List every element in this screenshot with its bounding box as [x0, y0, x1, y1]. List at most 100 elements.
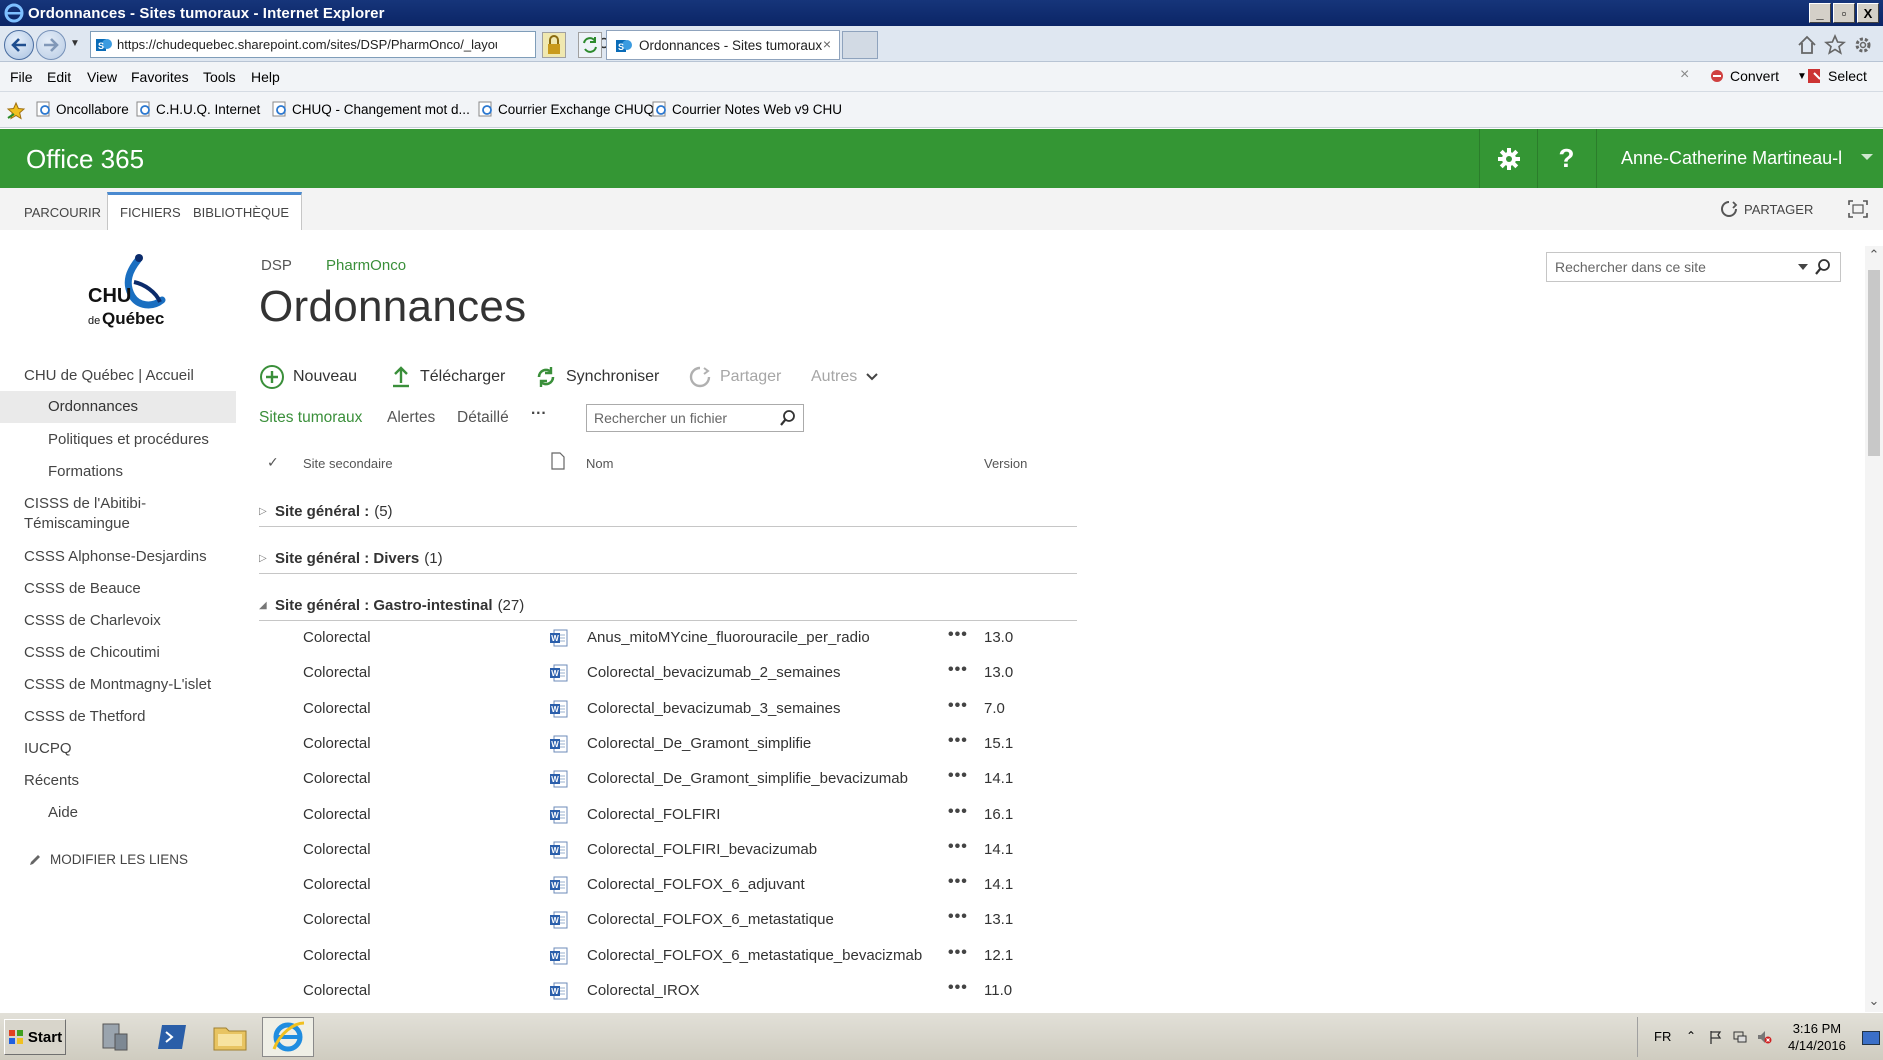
tab-bibliotheque[interactable]: BIBLIOTHÈQUE [181, 192, 303, 230]
group-site-general[interactable]: ▷ Site général : (5) [259, 497, 1077, 527]
view-sites-tumoraux[interactable]: Sites tumoraux [259, 409, 362, 427]
internet-explorer-taskbar-button[interactable] [262, 1017, 314, 1057]
view-alertes[interactable]: Alertes [387, 409, 435, 427]
office365-brand-link[interactable]: Office 365 [26, 144, 144, 175]
upload-button[interactable]: Télécharger [390, 362, 505, 392]
maximize-button[interactable]: ▫ [1833, 3, 1855, 23]
nav-csss-chicoutimi[interactable]: CSSS de Chicoutimi [24, 643, 160, 663]
url-input[interactable]: S https://chudequebec.sharepoint.com/sit… [90, 31, 625, 58]
nav-csss-alphonse[interactable]: CSSS Alphonse-Desjardins [24, 547, 207, 567]
row-file-name-link[interactable]: Colorectal_IROX [587, 982, 700, 999]
select-button[interactable]: Select [1806, 67, 1867, 85]
scroll-down-icon[interactable]: ⌄ [1867, 994, 1881, 1008]
column-header-version[interactable]: Version [984, 456, 1027, 471]
favorite-chuq-internet[interactable]: C.H.U.Q. Internet [136, 101, 260, 117]
menu-help[interactable]: Help [251, 69, 280, 85]
row-menu-button[interactable]: ••• [948, 767, 968, 785]
nav-cisss-abitibi-line2[interactable]: Témiscamingue [24, 514, 130, 534]
nav-csss-thetford[interactable]: CSSS de Thetford [24, 707, 145, 727]
nav-csss-montmagny[interactable]: CSSS de Montmagny-L'islet [24, 675, 211, 695]
server-manager-taskbar-button[interactable] [88, 1017, 140, 1057]
row-file-name-link[interactable]: Colorectal_FOLFOX_6_metastatique_bevaciz… [587, 947, 922, 964]
table-row[interactable]: Colorectal W Colorectal_bevacizumab_2_sema… [259, 656, 1077, 691]
volume-muted-icon[interactable] [1756, 1029, 1772, 1045]
share-page-button[interactable]: PARTAGER [1720, 200, 1813, 218]
row-file-name-link[interactable]: Colorectal_De_Gramont_simplifie [587, 735, 811, 752]
row-menu-button[interactable]: ••• [948, 803, 968, 821]
convert-button[interactable]: Convert ▼ [1708, 67, 1807, 85]
lock-icon[interactable] [542, 32, 566, 58]
row-menu-button[interactable]: ••• [948, 697, 968, 715]
table-row[interactable]: Colorectal W Colorectal_De_Gramont_simplif… [259, 762, 1077, 797]
close-toolbar-icon[interactable]: × [1680, 66, 1689, 84]
select-all-checkmark[interactable]: ✓ [267, 454, 279, 471]
group-site-general-gastro[interactable]: ◢ Site général : Gastro-intestinal (27) [259, 591, 1077, 621]
nav-iucpq[interactable]: IUCPQ [24, 739, 72, 759]
search-icon[interactable] [1814, 258, 1832, 276]
nav-recents[interactable]: Récents [24, 771, 79, 791]
user-menu-button[interactable]: Anne-Catherine Martineau-l [1596, 129, 1883, 188]
row-menu-button[interactable]: ••• [948, 873, 968, 891]
nav-cisss-abitibi[interactable]: CISSS de l'Abitibi- [24, 494, 146, 514]
home-icon[interactable] [1796, 34, 1818, 56]
column-header-name[interactable]: Nom [586, 456, 613, 471]
menu-file[interactable]: File [10, 69, 33, 85]
search-scope-dropdown-icon[interactable] [1798, 264, 1808, 270]
breadcrumb-dsp[interactable]: DSP [261, 257, 292, 274]
action-center-flag-icon[interactable] [1708, 1029, 1724, 1045]
focus-content-icon[interactable] [1848, 200, 1868, 218]
table-row[interactable]: Colorectal W Colorectal_FOLFOX_6_adjuvant •… [259, 868, 1077, 903]
compatibility-refresh-icon[interactable] [578, 32, 602, 58]
more-commands-button[interactable]: Autres [811, 362, 879, 392]
favorites-star-icon[interactable] [1824, 34, 1846, 56]
table-row[interactable]: Colorectal W Colorectal_IROX ••• 11.0 [259, 974, 1077, 1009]
row-file-name-link[interactable]: Colorectal_bevacizumab_2_semaines [587, 664, 840, 681]
favorite-chuq-password[interactable]: CHUQ - Changement mot d... [272, 101, 470, 117]
share-button[interactable]: Partager [688, 362, 781, 392]
show-desktop-button[interactable] [1862, 1031, 1880, 1045]
close-tab-icon[interactable]: × [823, 36, 831, 52]
row-menu-button[interactable]: ••• [948, 838, 968, 856]
nav-csss-beauce[interactable]: CSSS de Beauce [24, 579, 141, 599]
row-menu-button[interactable]: ••• [948, 732, 968, 750]
show-hidden-icons-icon[interactable]: ⌃ [1686, 1029, 1702, 1045]
powershell-taskbar-button[interactable] [146, 1017, 198, 1057]
table-row[interactable]: Colorectal W Colorectal_FOLFIRI_bevacizuma… [259, 833, 1077, 868]
file-search-input[interactable]: Rechercher un fichier [586, 404, 804, 432]
tab-parcourir[interactable]: PARCOURIR [12, 194, 113, 230]
settings-button[interactable] [1479, 129, 1537, 188]
start-button[interactable]: Start [4, 1019, 66, 1055]
row-menu-button[interactable]: ••• [948, 979, 968, 997]
site-search-input[interactable]: Rechercher dans ce site [1546, 252, 1841, 282]
search-icon[interactable] [779, 409, 797, 427]
row-file-name-link[interactable]: Colorectal_bevacizumab_3_semaines [587, 700, 840, 717]
row-file-name-link[interactable]: Colorectal_FOLFOX_6_metastatique [587, 911, 834, 928]
favorites-add-icon[interactable] [6, 101, 26, 121]
column-header-site[interactable]: Site secondaire [303, 456, 393, 471]
menu-favorites[interactable]: Favorites [131, 69, 189, 85]
nav-chu-accueil[interactable]: CHU de Québec | Accueil [24, 366, 194, 386]
menu-tools[interactable]: Tools [203, 69, 236, 85]
view-detaille[interactable]: Détaillé [457, 409, 509, 427]
table-row[interactable]: Colorectal W Colorectal_bevacizumab_3_sema… [259, 692, 1077, 727]
file-type-column-icon[interactable] [551, 452, 565, 470]
edit-links-button[interactable]: MODIFIER LES LIENS [28, 852, 188, 867]
row-file-name-link[interactable]: Colorectal_FOLFIRI [587, 806, 720, 823]
favorite-oncollabore[interactable]: Oncollabore [36, 101, 129, 117]
nav-csss-charlevoix[interactable]: CSSS de Charlevoix [24, 611, 161, 631]
vertical-scrollbar[interactable]: ⌃ ⌄ [1865, 246, 1883, 1012]
row-file-name-link[interactable]: Colorectal_De_Gramont_simplifie_bevacizu… [587, 770, 908, 787]
table-row[interactable]: Colorectal W Colorectal_De_Gramont_simplif… [259, 727, 1077, 762]
row-menu-button[interactable]: ••• [948, 661, 968, 679]
history-dropdown-icon[interactable]: ▼ [70, 38, 82, 52]
tools-gear-icon[interactable] [1852, 34, 1874, 56]
menu-view[interactable]: View [87, 69, 117, 85]
more-views-button[interactable]: ··· [531, 405, 547, 423]
scrollbar-thumb[interactable] [1868, 270, 1880, 456]
row-file-name-link[interactable]: Colorectal_FOLFOX_6_adjuvant [587, 876, 805, 893]
table-row[interactable]: Colorectal W Colorectal_FOLFOX_6_metastati… [259, 939, 1077, 974]
favorite-courrier-notes[interactable]: Courrier Notes Web v9 CHU [652, 101, 842, 117]
chu-quebec-logo[interactable]: CHU de Québec [86, 252, 186, 328]
nav-aide[interactable]: Aide [48, 803, 78, 823]
table-row[interactable]: Colorectal W Colorectal_FOLFOX_6_metastati… [259, 903, 1077, 938]
